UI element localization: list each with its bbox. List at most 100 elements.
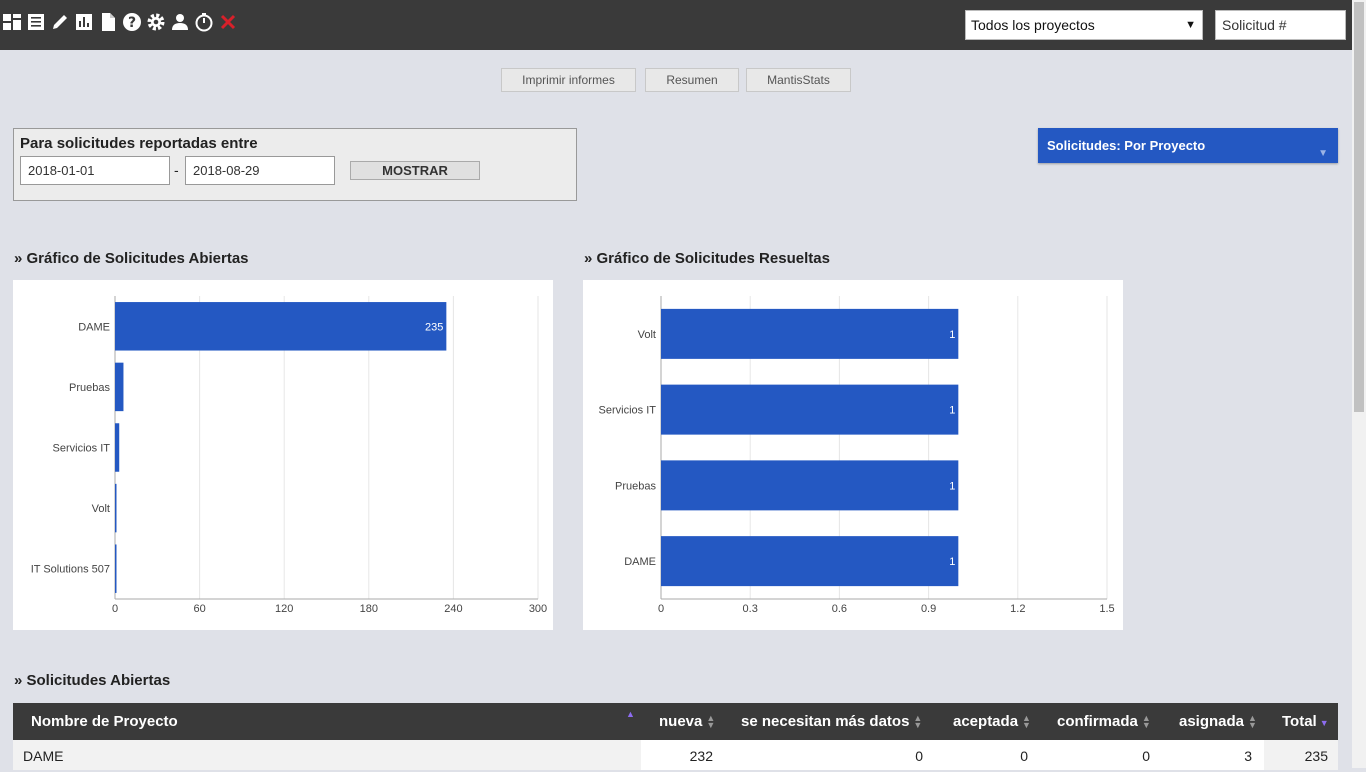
show-button[interactable]: MOSTRAR [350, 161, 480, 180]
bar [661, 384, 959, 435]
open-table-title: » Solicitudes Abiertas [14, 672, 171, 689]
date-range-filter: Para solicitudes reportadas entre 2018-0… [13, 128, 577, 201]
bar-value-label: 235 [425, 321, 443, 333]
sort-icon: ▲ ▼ [1141, 713, 1151, 731]
open-issues-table: Nombre de Proyecto ▲ nueva ▲ ▼ se necesita… [13, 703, 1338, 770]
user-icon[interactable] [170, 11, 190, 33]
resolved-chart-title: » Gráfico de Solicitudes Resueltas [584, 250, 830, 267]
list-icon[interactable] [26, 11, 46, 33]
sort-asc-icon[interactable]: ▲ [626, 709, 635, 719]
timer-icon[interactable] [194, 11, 214, 33]
table-row: DAME 232 0 0 0 3 235 [13, 740, 1338, 770]
cell-total: 235 [1304, 748, 1328, 764]
top-navigation-bar: ? Todos los proyectos ▼ [0, 0, 1352, 50]
open-issues-chart-svg: 0 60 120 180 240 300 DAME 235 Pruebas Servicios I… [31, 296, 547, 615]
date-separator: - [174, 162, 179, 178]
column-header-project-label: Nombre de Proyecto [31, 713, 178, 730]
cell-more-data[interactable]: 0 [733, 740, 923, 772]
x-tick-label: 1.5 [1099, 603, 1114, 615]
column-header-total[interactable]: Total ▼ [1282, 703, 1329, 742]
cell-nueva[interactable]: 232 [641, 740, 713, 772]
x-tick-label: 300 [529, 603, 547, 615]
open-chart-title: » Gráfico de Solicitudes Abiertas [14, 250, 249, 267]
ticket-number-input[interactable] [1215, 10, 1346, 40]
report-type-dropdown[interactable]: Solicitudes: Por Proyecto ▼ [1038, 128, 1338, 163]
y-category-label: Volt [92, 503, 110, 515]
column-header-accepted[interactable]: aceptada ▲ ▼ [953, 703, 1031, 740]
tab-print-reports[interactable]: Imprimir informes [501, 68, 636, 92]
date-from-input[interactable]: 2018-01-01 [20, 156, 170, 185]
dashboard-icon[interactable] [2, 11, 22, 33]
bar [661, 460, 959, 511]
vertical-scrollbar[interactable] [1352, 0, 1366, 768]
cell-accepted[interactable]: 0 [943, 740, 1028, 772]
x-tick-label: 0 [112, 603, 118, 615]
bar-value-label: 1 [949, 329, 955, 341]
tab-summary[interactable]: Resumen [645, 68, 739, 92]
edit-icon[interactable] [50, 11, 70, 33]
x-tick-label: 60 [193, 603, 205, 615]
x-tick-label: 0.9 [921, 603, 936, 615]
project-select[interactable]: Todos los proyectos ▼ [965, 10, 1203, 40]
date-to-input[interactable]: 2018-08-29 [185, 156, 335, 185]
cell-project-name[interactable]: DAME [23, 740, 63, 772]
bar-chart-icon[interactable] [74, 11, 94, 33]
y-category-label: Pruebas [615, 480, 656, 492]
column-header-accepted-label: aceptada [953, 713, 1019, 730]
help-icon[interactable]: ? [122, 11, 142, 33]
bar-value-label: 1 [949, 556, 955, 568]
cell-confirmed[interactable]: 0 [1048, 740, 1150, 772]
column-header-more-data[interactable]: se necesitan más datos ▲ ▼ [741, 703, 922, 740]
x-tick-label: 180 [360, 603, 378, 615]
x-tick-label: 120 [275, 603, 293, 615]
toolbar-icons: ? [2, 11, 238, 33]
y-category-label: Servicios IT [53, 443, 111, 455]
close-icon[interactable] [218, 11, 238, 33]
bar [115, 423, 120, 472]
x-tick-label: 0.6 [832, 603, 847, 615]
document-icon[interactable] [98, 11, 118, 33]
y-category-label: Servicios IT [599, 405, 657, 417]
y-category-label: Volt [638, 329, 656, 341]
scrollbar-thumb[interactable] [1354, 2, 1364, 412]
x-tick-label: 1.2 [1010, 603, 1025, 615]
bar [115, 483, 117, 533]
y-category-label: DAME [78, 321, 110, 333]
resolved-issues-chart-svg: 0 0.3 0.6 0.9 1.2 1.5 Volt 1 Servicios IT 1 Prueba… [599, 296, 1115, 615]
column-header-confirmed-label: confirmada [1057, 713, 1138, 730]
column-header-nueva-label: nueva [659, 713, 703, 730]
cell-assigned[interactable]: 3 [1170, 740, 1252, 772]
column-header-confirmed[interactable]: confirmada ▲ ▼ [1057, 703, 1151, 740]
bar [661, 308, 959, 359]
chevron-down-icon: ▼ [1318, 148, 1328, 159]
column-header-nueva[interactable]: nueva ▲ ▼ [659, 703, 715, 740]
y-category-label: DAME [624, 556, 656, 568]
tab-mantisstats[interactable]: MantisStats [746, 68, 851, 92]
bar [115, 362, 124, 412]
bar-value-label: 1 [949, 480, 955, 492]
x-tick-label: 240 [444, 603, 462, 615]
settings-icon[interactable] [146, 11, 166, 33]
bar [661, 536, 959, 587]
sort-icon: ▲ ▼ [913, 713, 923, 731]
open-issues-chart: 0 60 120 180 240 300 DAME 235 Pruebas Servicios I… [13, 280, 553, 630]
bar [115, 302, 447, 351]
svg-text:?: ? [128, 15, 136, 31]
y-category-label: IT Solutions 507 [31, 564, 110, 576]
column-header-project[interactable]: Nombre de Proyecto [31, 703, 178, 740]
sort-icon: ▲ ▼ [1022, 713, 1031, 731]
filter-title: Para solicitudes reportadas entre [20, 135, 258, 152]
bar-value-label: 1 [949, 405, 955, 417]
sort-icon: ▲ ▼ [706, 713, 716, 731]
column-header-more-data-label: se necesitan más datos [741, 713, 910, 730]
resolved-issues-chart: 0 0.3 0.6 0.9 1.2 1.5 Volt 1 Servicios IT 1 Prueba… [583, 280, 1123, 630]
sort-desc-icon: ▼ [1319, 718, 1329, 728]
sort-icon: ▲ ▼ [1248, 713, 1257, 731]
column-header-assigned-label: asignada [1179, 713, 1245, 730]
x-tick-label: 0.3 [743, 603, 758, 615]
table-header-row: Nombre de Proyecto ▲ nueva ▲ ▼ se necesita… [13, 703, 1338, 740]
x-tick-label: 0 [658, 603, 664, 615]
chevron-down-icon: ▼ [1185, 19, 1196, 31]
bar [115, 544, 117, 593]
column-header-assigned[interactable]: asignada ▲ ▼ [1179, 703, 1257, 740]
